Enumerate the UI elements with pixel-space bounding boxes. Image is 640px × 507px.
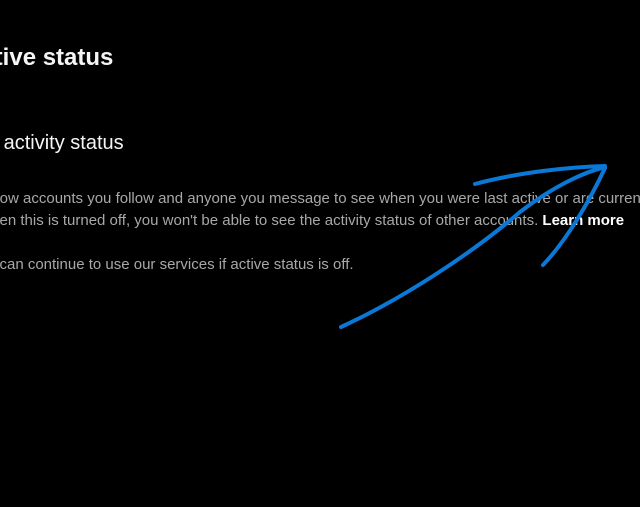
description-line-2-text: When this is turned off, you won't be ab… xyxy=(0,212,543,229)
description-line-2: When this is turned off, you won't be ab… xyxy=(0,212,624,229)
active-status-page: Active status Show activity status Allow… xyxy=(0,0,640,507)
section-title: Show activity status xyxy=(0,132,124,154)
arrow-annotation-icon xyxy=(339,164,607,329)
description-line-3: You can continue to use our services if … xyxy=(0,256,354,273)
learn-more-link[interactable]: Learn more xyxy=(542,212,624,229)
arrow-head-top xyxy=(473,164,607,186)
description-line-1: Allow accounts you follow and anyone you… xyxy=(0,190,640,207)
page-title: Active status xyxy=(0,44,114,71)
